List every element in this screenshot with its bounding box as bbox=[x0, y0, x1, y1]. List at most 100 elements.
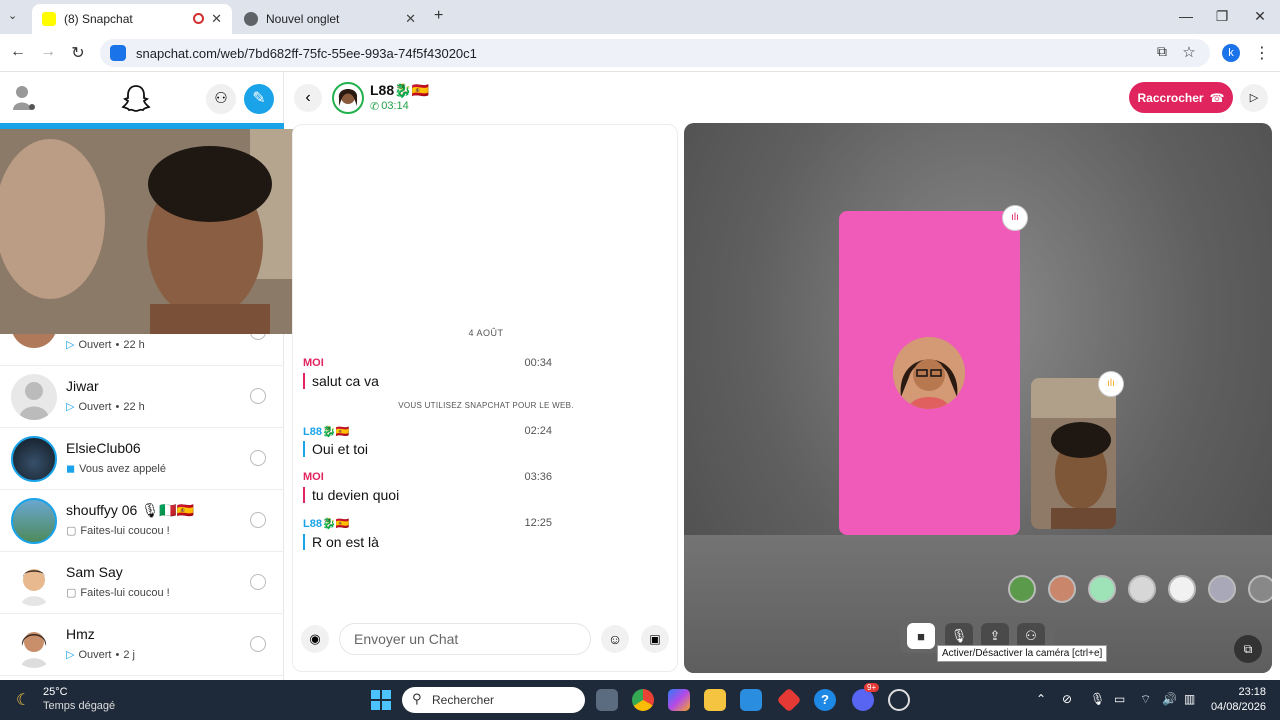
tab-snapchat[interactable]: (8) Snapchat ✕ bbox=[32, 4, 232, 34]
profile-avatar-icon[interactable] bbox=[12, 84, 36, 112]
camera-toggle-button[interactable]: ■ bbox=[907, 623, 935, 649]
message-sender: MOI bbox=[303, 471, 324, 483]
restore-button[interactable]: ❐ bbox=[1212, 8, 1232, 25]
close-window-button[interactable]: ✕ bbox=[1250, 8, 1270, 25]
chat-bubble-icon: ▢ bbox=[66, 525, 77, 537]
message-text: Oui et toi bbox=[303, 441, 368, 457]
chrome-icon[interactable] bbox=[632, 689, 654, 711]
file-explorer-icon[interactable] bbox=[704, 689, 726, 711]
profile-avatar[interactable]: k bbox=[1222, 44, 1240, 62]
address-bar[interactable]: snapchat.com/web/7bd682ff-75fc-55ee-993a… bbox=[100, 39, 1210, 67]
discord-icon[interactable]: 9+ bbox=[852, 683, 880, 711]
message-text: salut ca va bbox=[303, 373, 379, 389]
chat-input[interactable]: Envoyer un Chat bbox=[339, 623, 591, 655]
search-icon: ⚲ bbox=[412, 691, 422, 706]
minimize-button[interactable]: — bbox=[1176, 8, 1196, 24]
list-item[interactable]: shouffyy 06 🎙🇮🇹🇪🇸 ▢ Faites-lui coucou ! bbox=[0, 490, 284, 552]
message-time: 03:36 bbox=[524, 471, 552, 483]
system-note: VOUS UTILISEZ SNAPCHAT POUR LE WEB. bbox=[398, 401, 574, 410]
lens-cute-icon[interactable] bbox=[1168, 575, 1196, 603]
local-participant-tile bbox=[1031, 378, 1116, 529]
gallery-icon[interactable]: ▣ bbox=[641, 625, 669, 653]
lens-face-icon[interactable] bbox=[1048, 575, 1076, 603]
new-chat-icon[interactable]: ✎ bbox=[244, 84, 274, 114]
microsoft-store-icon[interactable] bbox=[740, 689, 762, 711]
tray-chevron-icon[interactable]: ⌃ bbox=[1036, 692, 1046, 706]
chat-name: shouffyy 06 🎙🇮🇹🇪🇸 bbox=[66, 502, 194, 518]
chat-sidebar: ⚇ ✎ ▷ Ouvert • 22 h Jiwar ▷ Ouvert • 22 … bbox=[0, 72, 364, 680]
volume-icon[interactable]: 🔊 bbox=[1162, 692, 1177, 706]
red-app-icon[interactable] bbox=[776, 687, 802, 713]
list-item[interactable]: Jiwar ▷ Ouvert • 22 h bbox=[0, 366, 284, 428]
message-sender: MOI bbox=[303, 357, 324, 369]
opened-arrow-icon: ▷ bbox=[66, 649, 75, 661]
expand-panel-icon[interactable]: ▷ bbox=[1240, 84, 1268, 112]
task-view-icon[interactable] bbox=[596, 689, 618, 711]
browser-toolbar: ← → ↻ snapchat.com/web/7bd682ff-75fc-55e… bbox=[0, 34, 1280, 72]
emoji-icon[interactable]: ☺ bbox=[601, 625, 629, 653]
lens-frog-icon[interactable] bbox=[1008, 575, 1036, 603]
video-call-icon: ◼ bbox=[66, 463, 76, 475]
weather-temperature[interactable]: 25°C bbox=[43, 686, 68, 698]
wifi-icon[interactable]: ⌔ bbox=[1140, 692, 1151, 707]
snapchat-favicon-icon bbox=[42, 12, 56, 26]
list-item[interactable]: Sam Say ▢ Faites-lui coucou ! bbox=[0, 552, 284, 614]
windows-start-icon[interactable] bbox=[370, 689, 392, 711]
call-timer: ✆ 03:14 bbox=[370, 100, 409, 113]
contact-avatar[interactable] bbox=[332, 82, 364, 114]
list-item[interactable]: Hmz ▷ Ouvert • 2 j bbox=[0, 614, 284, 676]
obs-icon[interactable] bbox=[888, 689, 910, 711]
battery-icon[interactable]: ▥ bbox=[1184, 692, 1195, 706]
taskbar-search[interactable]: ⚲ Rechercher bbox=[402, 687, 585, 713]
local-video-image bbox=[1031, 378, 1116, 529]
display-icon[interactable]: ▭ bbox=[1114, 692, 1125, 706]
tab-new-tab[interactable]: Nouvel onglet ✕ bbox=[234, 4, 426, 34]
site-info-icon[interactable] bbox=[110, 45, 126, 61]
weather-moon-icon[interactable]: ☾ bbox=[16, 690, 30, 710]
avatar bbox=[11, 436, 57, 482]
back-chevron-icon[interactable]: ‹ bbox=[294, 84, 322, 112]
camera-icon[interactable] bbox=[250, 574, 266, 590]
camera-icon[interactable] bbox=[250, 636, 266, 652]
close-tab-icon[interactable]: ✕ bbox=[211, 11, 222, 27]
lens-zombie-icon[interactable] bbox=[1088, 575, 1116, 603]
lens-more-icon[interactable] bbox=[1248, 575, 1272, 603]
camera-icon[interactable] bbox=[250, 388, 266, 404]
avatar bbox=[11, 498, 57, 544]
list-item[interactable]: ElsieClub06 ◼ Vous avez appelé bbox=[0, 428, 284, 490]
camera-icon[interactable] bbox=[250, 512, 266, 528]
lens-sad-icon[interactable] bbox=[1128, 575, 1156, 603]
chat-name: ElsieClub06 bbox=[66, 440, 141, 456]
clock-date[interactable]: 04/08/2026 bbox=[1206, 701, 1266, 713]
snapchat-ghost-logo-icon[interactable] bbox=[121, 83, 151, 113]
audio-level-icon: ılı bbox=[1002, 205, 1028, 231]
bookmark-star-icon[interactable]: ☆ bbox=[1179, 43, 1199, 61]
copilot-icon[interactable] bbox=[668, 689, 690, 711]
camera-icon[interactable] bbox=[250, 450, 266, 466]
lens-stars-icon[interactable] bbox=[1208, 575, 1236, 603]
new-tab-button[interactable]: + bbox=[434, 7, 443, 25]
chat-name: Sam Say bbox=[66, 564, 123, 580]
weather-description[interactable]: Temps dégagé bbox=[43, 700, 115, 712]
camera-icon[interactable]: ◉ bbox=[301, 625, 329, 653]
chat-status: ◼ Vous avez appelé bbox=[66, 462, 166, 476]
forward-arrow-icon[interactable]: → bbox=[38, 43, 58, 61]
chat-status: ▷ Ouvert • 22 h bbox=[66, 338, 145, 352]
add-friend-icon[interactable]: ⚇ bbox=[206, 84, 236, 114]
menu-kebab-icon[interactable]: ⋮ bbox=[1252, 43, 1272, 63]
back-arrow-icon[interactable]: ← bbox=[8, 43, 28, 61]
cast-icon[interactable]: ⧉ bbox=[1152, 43, 1172, 60]
tab-label: (8) Snapchat bbox=[64, 12, 133, 26]
date-divider: 4 AOÛT bbox=[468, 328, 504, 338]
reload-icon[interactable]: ↻ bbox=[68, 43, 88, 63]
mic-tray-icon[interactable]: 🎙 bbox=[1090, 692, 1105, 706]
hang-up-button[interactable]: Raccrocher ☎ bbox=[1129, 82, 1233, 113]
clock-time[interactable]: 23:18 bbox=[1212, 686, 1266, 698]
remote-participant-tile bbox=[839, 211, 1020, 535]
camera-off-icon[interactable]: ⊘ bbox=[1062, 692, 1072, 706]
switch-view-icon[interactable]: ⧉ bbox=[1234, 635, 1262, 663]
camera-tooltip: Activer/Désactiver la caméra [ctrl+e] bbox=[937, 645, 1108, 662]
tab-list-chevron-icon[interactable]: ⌄ bbox=[8, 9, 17, 22]
help-icon[interactable]: ? bbox=[814, 689, 836, 711]
close-tab-icon[interactable]: ✕ bbox=[405, 11, 416, 27]
